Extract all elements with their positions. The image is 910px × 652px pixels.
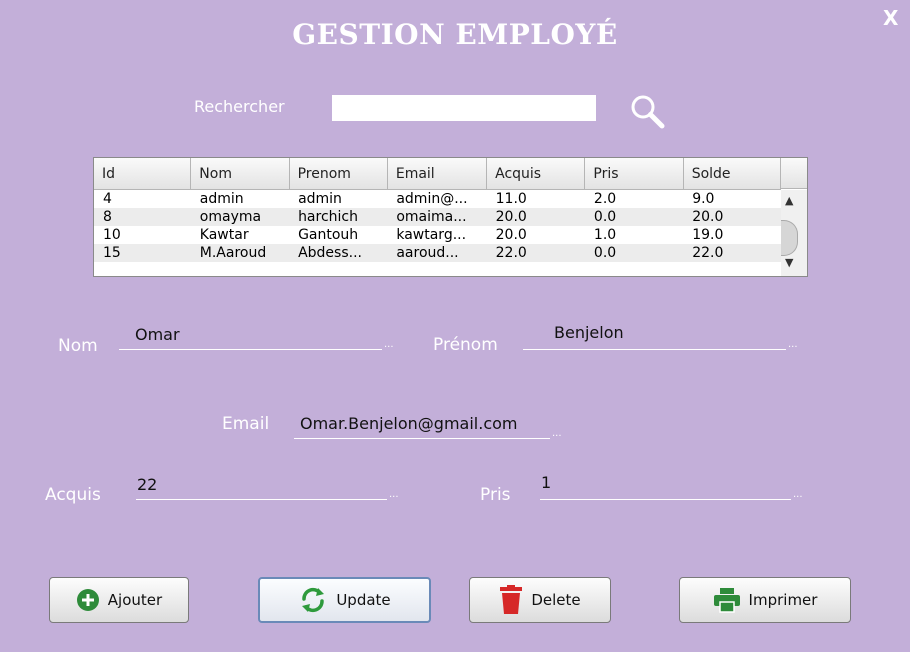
- delete-button[interactable]: Delete: [469, 577, 611, 623]
- prenom-value: Benjelon: [554, 323, 624, 342]
- cell-email: admin@...: [396, 191, 468, 207]
- column-header-id[interactable]: Id: [94, 158, 192, 190]
- email-ellipsis: ...: [552, 428, 562, 439]
- search-icon[interactable]: [628, 92, 668, 132]
- search-label: Rechercher: [194, 97, 285, 116]
- cell-prenom: Abdess...: [289, 244, 388, 262]
- printer-icon: [713, 587, 741, 613]
- prenom-ellipsis: ...: [788, 339, 798, 350]
- refresh-icon: [298, 585, 328, 615]
- table-header-row: Id Nom Prenom Email Acquis Pris Solde: [94, 158, 782, 190]
- update-label: Update: [336, 591, 391, 609]
- cell-prenom: admin: [298, 191, 342, 207]
- cell-solde: 19.0: [692, 227, 724, 243]
- scroll-up-arrow-icon[interactable]: ▲: [785, 194, 793, 207]
- table-row[interactable]: 4 admin admin admin@... 11.0 2.0 9.0: [94, 190, 781, 209]
- email-value: Omar.Benjelon@gmail.com: [300, 414, 518, 433]
- cell-acquis: 22.0: [486, 244, 585, 262]
- nom-value: Omar: [135, 325, 180, 344]
- cell-solde: 22.0: [683, 244, 781, 262]
- scroll-down-arrow-icon[interactable]: ▼: [785, 256, 793, 269]
- employee-table[interactable]: Id Nom Prenom Email Acquis Pris Solde 4 …: [93, 157, 808, 277]
- search-input[interactable]: [332, 95, 596, 121]
- acquis-field[interactable]: [136, 477, 387, 500]
- imprimer-button[interactable]: Imprimer: [679, 577, 851, 623]
- acquis-ellipsis: ...: [389, 489, 399, 500]
- cell-solde: 20.0: [683, 208, 781, 226]
- cell-pris: 1.0: [593, 227, 617, 243]
- pris-value: 1: [541, 473, 552, 492]
- trash-icon: [499, 585, 523, 615]
- window-title: GESTION EMPLOYÉ: [292, 18, 618, 51]
- table-row[interactable]: 15 M.Aaroud Abdess... aaroud... 22.0 0.0…: [94, 244, 781, 262]
- close-button[interactable]: X: [883, 6, 898, 30]
- cell-pris: 0.0: [584, 208, 684, 226]
- column-header-pris[interactable]: Pris: [584, 158, 684, 190]
- acquis-value: 22: [137, 475, 158, 494]
- imprimer-label: Imprimer: [748, 591, 818, 609]
- cell-email: aaroud...: [387, 244, 487, 262]
- update-button[interactable]: Update: [258, 577, 431, 623]
- cell-nom: admin: [199, 191, 244, 207]
- cell-email: kawtarg...: [396, 227, 467, 243]
- cell-id: 15: [94, 244, 191, 262]
- cell-acquis: 20.0: [486, 208, 585, 226]
- table-row[interactable]: 10 Kawtar Gantouh kawtarg... 20.0 1.0 19…: [94, 226, 781, 244]
- pris-field[interactable]: [540, 477, 791, 500]
- cell-id: 10: [103, 227, 121, 243]
- cell-prenom: harchich: [289, 208, 388, 226]
- prenom-label: Prénom: [433, 335, 498, 355]
- cell-id: 4: [103, 191, 112, 207]
- acquis-label: Acquis: [45, 485, 101, 505]
- column-header-nom[interactable]: Nom: [190, 158, 290, 190]
- cell-acquis: 20.0: [495, 227, 527, 243]
- delete-label: Delete: [531, 591, 581, 609]
- nom-label: Nom: [58, 336, 98, 356]
- ajouter-button[interactable]: Ajouter: [49, 577, 189, 623]
- column-header-solde[interactable]: Solde: [683, 158, 782, 190]
- cell-solde: 9.0: [692, 191, 715, 207]
- column-header-email[interactable]: Email: [387, 158, 488, 190]
- column-header-spacer: [781, 158, 807, 189]
- cell-pris: 0.0: [584, 244, 684, 262]
- table-scrollbar[interactable]: ▲ ▼: [781, 190, 807, 276]
- cell-pris: 2.0: [593, 191, 617, 207]
- scrollbar-thumb[interactable]: [781, 220, 798, 256]
- table-row[interactable]: 8 omayma harchich omaima... 20.0 0.0 20.…: [94, 208, 781, 226]
- cell-id: 8: [94, 208, 191, 226]
- pris-label: Pris: [480, 485, 511, 505]
- column-header-prenom[interactable]: Prenom: [289, 158, 388, 190]
- cell-nom: M.Aaroud: [190, 244, 290, 262]
- cell-email: omaima...: [387, 208, 487, 226]
- pris-ellipsis: ...: [793, 489, 803, 500]
- cell-acquis: 11.0: [495, 191, 527, 207]
- cell-nom: omayma: [190, 208, 290, 226]
- column-header-acquis[interactable]: Acquis: [486, 158, 586, 190]
- plus-circle-icon: [76, 588, 100, 612]
- cell-prenom: Gantouh: [298, 227, 359, 243]
- nom-ellipsis: ...: [384, 339, 394, 350]
- email-label: Email: [222, 414, 270, 434]
- ajouter-label: Ajouter: [107, 591, 163, 609]
- cell-nom: Kawtar: [199, 227, 249, 243]
